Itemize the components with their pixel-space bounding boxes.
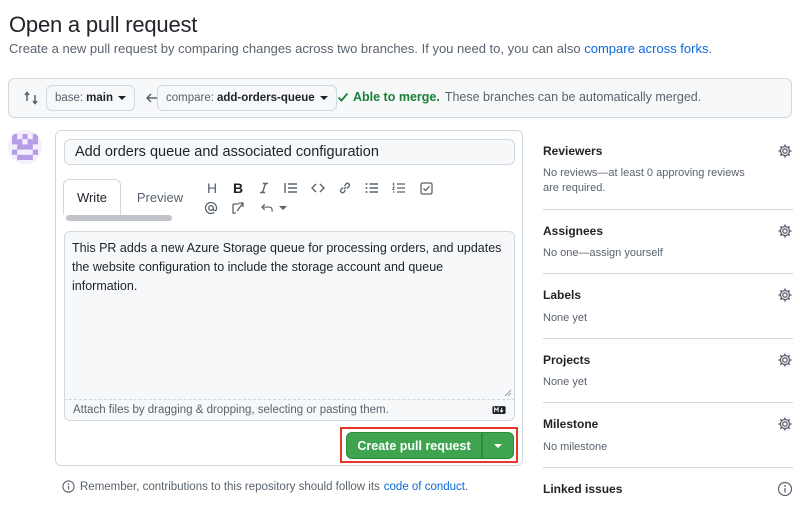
gear-icon[interactable]: [777, 143, 793, 159]
chevron-down-icon: [494, 443, 502, 448]
ordered-list-button[interactable]: [391, 180, 407, 196]
chevron-down-icon: [319, 96, 328, 100]
merge-status: Able to merge. These branches can be aut…: [337, 90, 701, 104]
subtitle-suffix: .: [708, 41, 713, 56]
heading-button[interactable]: H: [204, 180, 220, 196]
tab-preview[interactable]: Preview: [128, 179, 192, 215]
gear-icon[interactable]: [777, 416, 793, 432]
remember-text: Remember, contributions to this reposito…: [80, 480, 380, 493]
cross-reference-icon: [232, 202, 244, 214]
create-pull-request-button[interactable]: Create pull request: [346, 432, 482, 459]
compare-icon: [24, 91, 38, 105]
mention-icon: [204, 201, 218, 215]
attach-files-dropzone[interactable]: Attach files by dragging & dropping, sel…: [64, 399, 515, 421]
base-branch-select[interactable]: base: main: [46, 85, 135, 111]
sidebar-milestone: Milestone No milestone: [543, 403, 793, 468]
sidebar-linked-issues: Linked issues: [543, 468, 793, 508]
markdown-icon: [492, 406, 506, 414]
code-icon: [311, 183, 325, 193]
labels-text: None yet: [543, 312, 588, 324]
task-list-button[interactable]: [418, 180, 434, 196]
unordered-list-button[interactable]: [364, 180, 380, 196]
assignees-text[interactable]: No one—assign yourself: [543, 246, 663, 261]
italic-icon: [260, 182, 268, 194]
merge-description: These branches can be automatically merg…: [444, 90, 702, 104]
info-icon: [62, 480, 75, 493]
link-icon: [339, 182, 351, 194]
contribution-note: Remember, contributions to this reposito…: [62, 480, 468, 493]
compare-prefix: compare:: [166, 92, 214, 104]
code-button[interactable]: [310, 180, 326, 196]
gear-icon[interactable]: [777, 223, 793, 239]
tab-write[interactable]: Write: [63, 179, 121, 215]
avatar[interactable]: [8, 130, 42, 164]
milestone-title: Milestone: [543, 417, 599, 431]
projects-title: Projects: [543, 353, 591, 367]
assignees-title: Assignees: [543, 224, 604, 238]
chevron-down-icon: [117, 96, 126, 100]
pr-title-input[interactable]: [64, 139, 515, 165]
pr-body-textarea[interactable]: This PR adds a new Azure Storage queue f…: [64, 231, 515, 399]
gear-icon[interactable]: [777, 287, 793, 303]
compare-branch-name: add-orders-queue: [216, 92, 315, 104]
chevron-down-icon: [279, 206, 287, 210]
subtitle-text: Create a new pull request by comparing c…: [9, 41, 585, 56]
merge-ok-text: Able to merge.: [353, 90, 440, 104]
remember-suffix: .: [464, 480, 469, 493]
compare-across-forks-link[interactable]: compare across forks: [584, 41, 708, 56]
milestone-text: No milestone: [543, 441, 608, 453]
sidebar-reviewers: Reviewers No reviews—at least 0 approvin…: [543, 130, 793, 210]
reference-button[interactable]: [230, 200, 246, 216]
check-icon: [337, 92, 349, 102]
ordered-list-icon: [392, 182, 405, 193]
mention-button[interactable]: [203, 200, 219, 216]
italic-button[interactable]: [256, 180, 272, 196]
linked-issues-title: Linked issues: [543, 482, 623, 496]
code-of-conduct-link[interactable]: code of conduct: [384, 481, 465, 493]
base-branch-name: main: [86, 92, 113, 104]
attach-hint: Attach files by dragging & dropping, sel…: [73, 404, 389, 416]
task-list-icon: [419, 181, 433, 195]
quote-button[interactable]: [283, 180, 299, 196]
compare-branch-select[interactable]: compare: add-orders-queue: [157, 85, 337, 111]
labels-title: Labels: [543, 288, 582, 302]
pr-editor: Write Preview H B This PR adds a new Azu…: [55, 130, 523, 466]
reviewers-text: No reviews—at least 0 approving reviews …: [543, 167, 745, 194]
unordered-list-icon: [365, 183, 378, 193]
resize-handle-icon[interactable]: [502, 387, 512, 397]
page-subtitle: Create a new pull request by comparing c…: [9, 41, 712, 56]
gear-icon[interactable]: [777, 352, 793, 368]
info-icon[interactable]: [777, 481, 793, 497]
sidebar-projects: Projects None yet: [543, 339, 793, 403]
base-prefix: base:: [55, 92, 84, 104]
bold-button[interactable]: B: [230, 180, 246, 196]
identicon-icon: [12, 134, 38, 160]
undo-menu-button[interactable]: [261, 200, 287, 216]
link-button[interactable]: [337, 180, 353, 196]
page-title: Open a pull request: [9, 12, 198, 37]
quote-icon: [284, 183, 297, 193]
undo-icon: [261, 203, 273, 212]
reviewers-title: Reviewers: [543, 144, 603, 158]
tabs-scrollbar[interactable]: [66, 215, 172, 221]
projects-text: None yet: [543, 376, 588, 388]
sidebar-labels: Labels None yet: [543, 274, 793, 339]
create-options-dropdown[interactable]: [482, 432, 514, 459]
compare-bar: base: main compare: add-orders-queue Able …: [8, 78, 792, 118]
sidebar-assignees: Assignees No one—assign yourself: [543, 210, 793, 274]
